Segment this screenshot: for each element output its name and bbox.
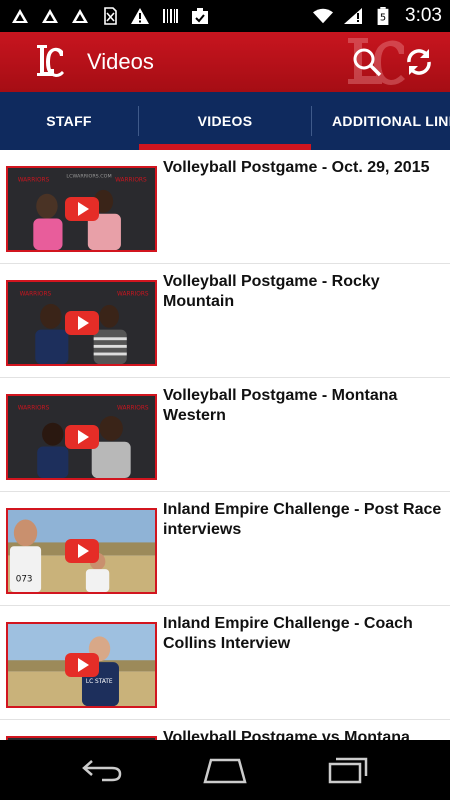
warning-icon xyxy=(130,7,150,25)
search-icon xyxy=(353,48,382,77)
video-list-item[interactable]: 073 Inland Empire Challenge - Post Race … xyxy=(0,492,450,606)
status-bar: 5 3:03 xyxy=(0,0,450,32)
svg-text:WARRIORS: WARRIORS xyxy=(117,405,149,411)
back-icon xyxy=(81,760,121,782)
video-title[interactable]: Volleyball Postgame vs Montana xyxy=(163,728,447,740)
play-icon[interactable] xyxy=(64,653,99,677)
signal-icon xyxy=(343,7,363,25)
video-thumbnail[interactable]: WARRIORS WARRIORS xyxy=(6,280,157,366)
refresh-button[interactable] xyxy=(402,45,436,79)
navigation-bar xyxy=(0,740,450,800)
video-list-item[interactable]: WARRIORS WARRIORS Volleyball Postgame - … xyxy=(0,264,450,378)
tab-additional-links[interactable]: ADDITIONAL LINKS xyxy=(312,92,450,150)
video-thumbnail[interactable]: WARRIORS WARRIORS LCWARRIORS.COM xyxy=(6,166,157,252)
video-list[interactable]: WARRIORS WARRIORS LCWARRIORS.COM Volleyb… xyxy=(0,150,450,740)
video-list-item[interactable]: WARRIORS WARRIORS LCWARRIORS.COM Volleyb… xyxy=(0,150,450,264)
svg-text:WARRIORS: WARRIORS xyxy=(20,291,52,297)
play-icon[interactable] xyxy=(64,197,99,221)
status-time: 3:03 xyxy=(405,5,442,26)
recent-apps-icon xyxy=(329,757,368,784)
search-button[interactable] xyxy=(350,45,384,79)
video-title[interactable]: Volleyball Postgame - Montana Western xyxy=(163,386,447,426)
notification-icon xyxy=(40,7,60,25)
notification-icon xyxy=(10,7,30,25)
play-icon[interactable] xyxy=(64,539,99,563)
refresh-icon xyxy=(407,49,431,75)
tab-videos[interactable]: VIDEOS xyxy=(139,92,311,150)
sim-alert-icon xyxy=(100,7,120,25)
app-title: Videos xyxy=(87,49,154,74)
tab-bar: STAFF VIDEOS ADDITIONAL LINKS xyxy=(0,92,450,150)
svg-text:WARRIORS: WARRIORS xyxy=(117,291,149,297)
svg-text:5: 5 xyxy=(380,13,386,24)
svg-text:073: 073 xyxy=(16,575,33,585)
notification-icon xyxy=(70,7,90,25)
svg-text:WARRIORS: WARRIORS xyxy=(18,177,50,183)
svg-text:LC STATE: LC STATE xyxy=(86,679,113,685)
svg-text:WARRIORS: WARRIORS xyxy=(18,405,50,411)
lc-logo-icon[interactable] xyxy=(33,42,67,82)
home-icon xyxy=(203,758,247,784)
app-bar: Videos xyxy=(0,32,450,92)
video-thumbnail[interactable]: LC STATE xyxy=(6,622,157,708)
video-list-item[interactable]: LC STATE Inland Empire Challenge - Coach… xyxy=(0,606,450,720)
svg-text:WARRIORS: WARRIORS xyxy=(115,177,147,183)
video-list-item[interactable]: WARRIORS WARRIORS Volleyball Postgame - … xyxy=(0,378,450,492)
barcode-icon xyxy=(160,7,180,25)
tab-staff[interactable]: STAFF xyxy=(0,92,138,150)
status-left-icons xyxy=(10,7,210,25)
video-thumbnail[interactable]: 073 xyxy=(6,508,157,594)
svg-text:LCWARRIORS.COM: LCWARRIORS.COM xyxy=(66,174,111,180)
wifi-icon xyxy=(313,7,334,25)
status-right-icons: 5 3:03 xyxy=(313,5,442,27)
video-thumbnail[interactable]: WARRIORS WARRIORS xyxy=(6,394,157,480)
app-bar-actions xyxy=(350,40,436,84)
video-title[interactable]: Volleyball Postgame - Oct. 29, 2015 xyxy=(163,158,447,178)
back-button[interactable] xyxy=(72,750,132,790)
video-title[interactable]: Inland Empire Challenge - Post Race inte… xyxy=(163,500,447,540)
video-list-item[interactable]: Volleyball Postgame vs Montana xyxy=(0,720,450,740)
play-icon[interactable] xyxy=(64,311,99,335)
clipboard-check-icon xyxy=(190,7,210,25)
video-title[interactable]: Volleyball Postgame - Rocky Mountain xyxy=(163,272,447,312)
recent-apps-button[interactable] xyxy=(318,750,378,790)
play-icon[interactable] xyxy=(64,425,99,449)
video-title[interactable]: Inland Empire Challenge - Coach Collins … xyxy=(163,614,447,654)
home-button[interactable] xyxy=(195,750,255,790)
app-screen: 5 3:03 Videos STAFF VIDEOS ADDITIONAL LI… xyxy=(0,0,450,800)
battery-icon: 5 xyxy=(373,7,393,25)
